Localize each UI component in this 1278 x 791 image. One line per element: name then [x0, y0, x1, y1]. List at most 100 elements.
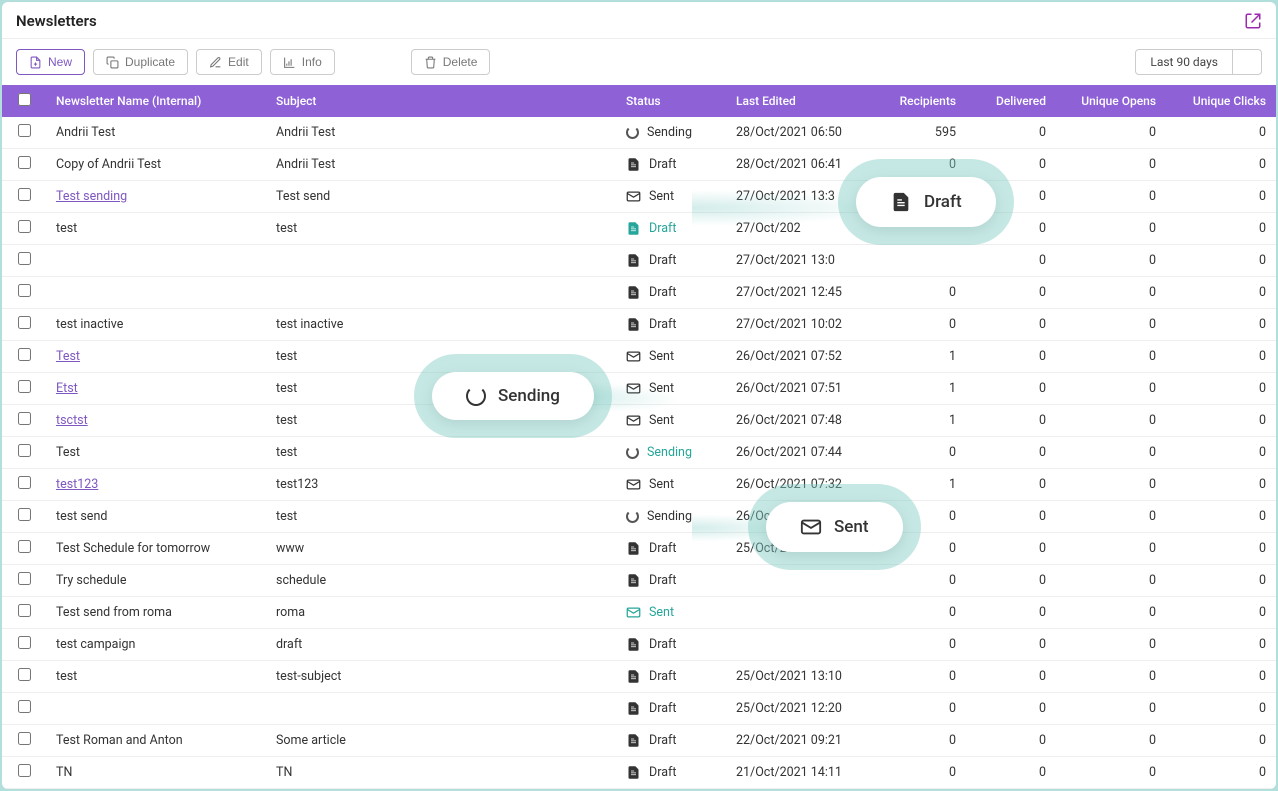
cell-recipients: 1: [876, 405, 966, 437]
row-checkbox[interactable]: [18, 764, 31, 777]
cell-recipients: 1: [876, 373, 966, 405]
date-range-filter[interactable]: Last 90 days: [1135, 49, 1262, 75]
duplicate-button[interactable]: Duplicate: [93, 49, 188, 75]
table-row[interactable]: Try schedulescheduleDraft0000: [2, 565, 1276, 597]
row-checkbox[interactable]: [18, 412, 31, 425]
status-label: Sent: [649, 349, 674, 364]
col-clicks[interactable]: Unique Clicks: [1166, 85, 1276, 117]
cell-delivered: 0: [966, 469, 1056, 501]
export-icon[interactable]: [1244, 12, 1262, 30]
cell-name: [46, 277, 266, 309]
col-opens[interactable]: Unique Opens: [1056, 85, 1166, 117]
row-checkbox[interactable]: [18, 572, 31, 585]
cell-recipients: 0: [876, 629, 966, 661]
cell-status: Draft: [616, 277, 726, 309]
row-checkbox[interactable]: [18, 156, 31, 169]
col-status[interactable]: Status: [616, 85, 726, 117]
row-checkbox[interactable]: [18, 188, 31, 201]
newsletter-link[interactable]: tsctst: [56, 413, 88, 428]
newsletter-link[interactable]: Test sending: [56, 189, 127, 204]
table-row[interactable]: EtsttestSent26/Oct/2021 07:511000: [2, 373, 1276, 405]
row-checkbox[interactable]: [18, 636, 31, 649]
edit-button[interactable]: Edit: [196, 49, 262, 75]
table-row[interactable]: TesttestSending26/Oct/2021 07:440000: [2, 437, 1276, 469]
newsletter-name: test inactive: [56, 317, 123, 332]
col-delivered[interactable]: Delivered: [966, 85, 1056, 117]
row-checkbox[interactable]: [18, 348, 31, 361]
row-checkbox[interactable]: [18, 124, 31, 137]
table-row[interactable]: Copy of Andrii TestAndrii TestDraft28/Oc…: [2, 149, 1276, 181]
table-row[interactable]: Test send from romaromaSent0000: [2, 597, 1276, 629]
cell-edited: 25/Oct/2021 13:10: [726, 661, 876, 693]
newsletter-link[interactable]: Test: [56, 349, 80, 364]
status-label: Draft: [649, 253, 676, 268]
row-checkbox[interactable]: [18, 380, 31, 393]
row-checkbox[interactable]: [18, 700, 31, 713]
table-row[interactable]: Test Roman and AntonSome articleDraft22/…: [2, 725, 1276, 757]
cell-subject: [266, 277, 616, 309]
cell-name: Etst: [46, 373, 266, 405]
col-subject[interactable]: Subject: [266, 85, 616, 117]
cell-name: Copy of Andrii Test: [46, 149, 266, 181]
file-plus-icon: [29, 56, 42, 69]
select-all-header[interactable]: [2, 85, 46, 117]
table-row[interactable]: Test Schedule for tomorrowwwwDraft25/Oct…: [2, 533, 1276, 565]
cell-name: test: [46, 661, 266, 693]
cell-edited: 26/Oct/2021 07:51: [726, 373, 876, 405]
table-row[interactable]: test123test123Sent26/Oct/2021 07:321000: [2, 469, 1276, 501]
table-row[interactable]: Test sendingTest sendSent27/Oct/2021 13:…: [2, 181, 1276, 213]
row-checkbox[interactable]: [18, 668, 31, 681]
cell-recipients: 1: [876, 341, 966, 373]
info-button[interactable]: Info: [270, 49, 335, 75]
table-row[interactable]: test inactivetest inactiveDraft27/Oct/20…: [2, 309, 1276, 341]
cell-name: tsctst: [46, 405, 266, 437]
table-row[interactable]: testtestDraft27/Oct/202000: [2, 213, 1276, 245]
cell-clicks: 0: [1166, 469, 1276, 501]
newsletter-name: Test: [56, 445, 80, 460]
row-checkbox[interactable]: [18, 252, 31, 265]
document-icon: [626, 733, 641, 748]
col-name[interactable]: Newsletter Name (Internal): [46, 85, 266, 117]
cell-subject: Test send: [266, 181, 616, 213]
cell-edited: [726, 565, 876, 597]
row-checkbox[interactable]: [18, 732, 31, 745]
cell-subject: TN: [266, 757, 616, 789]
row-checkbox[interactable]: [18, 540, 31, 553]
table-row[interactable]: Andrii TestAndrii TestSending28/Oct/2021…: [2, 117, 1276, 149]
table-row[interactable]: Draft25/Oct/2021 12:200000: [2, 693, 1276, 725]
table-row[interactable]: TesttestSent26/Oct/2021 07:521000: [2, 341, 1276, 373]
col-last-edited[interactable]: Last Edited: [726, 85, 876, 117]
col-recipients[interactable]: Recipients: [876, 85, 966, 117]
row-checkbox[interactable]: [18, 508, 31, 521]
newsletter-link[interactable]: test123: [56, 477, 98, 492]
cell-status: Draft: [616, 565, 726, 597]
newsletter-link[interactable]: Etst: [56, 381, 78, 396]
cell-status: Sending: [616, 117, 726, 149]
row-checkbox[interactable]: [18, 476, 31, 489]
row-checkbox[interactable]: [18, 220, 31, 233]
cell-opens: 0: [1056, 245, 1166, 277]
table-row[interactable]: Draft27/Oct/2021 13:0000: [2, 245, 1276, 277]
cell-delivered: 0: [966, 245, 1056, 277]
cell-subject: Some article: [266, 725, 616, 757]
cell-clicks: 0: [1166, 661, 1276, 693]
newsletter-name: Andrii Test: [56, 125, 115, 140]
cell-recipients: 0: [876, 757, 966, 789]
table-row[interactable]: testtest-subjectDraft25/Oct/2021 13:1000…: [2, 661, 1276, 693]
row-checkbox[interactable]: [18, 316, 31, 329]
page-header: Newsletters: [2, 2, 1276, 39]
row-checkbox[interactable]: [18, 284, 31, 297]
row-checkbox[interactable]: [18, 444, 31, 457]
cell-delivered: 0: [966, 149, 1056, 181]
row-checkbox[interactable]: [18, 604, 31, 617]
select-all-checkbox[interactable]: [18, 93, 31, 106]
delete-button[interactable]: Delete: [411, 49, 491, 75]
new-button[interactable]: New: [16, 49, 85, 75]
table-row[interactable]: TNTNDraft21/Oct/2021 14:110000: [2, 757, 1276, 789]
cell-name: Test Schedule for tomorrow: [46, 533, 266, 565]
table-row[interactable]: Draft27/Oct/2021 12:450000: [2, 277, 1276, 309]
table-row[interactable]: test sendtestSending26/Oct/2021 07:26000…: [2, 501, 1276, 533]
cell-clicks: 0: [1166, 597, 1276, 629]
table-row[interactable]: test campaigndraftDraft0000: [2, 629, 1276, 661]
table-row[interactable]: tsctsttestSent26/Oct/2021 07:481000: [2, 405, 1276, 437]
